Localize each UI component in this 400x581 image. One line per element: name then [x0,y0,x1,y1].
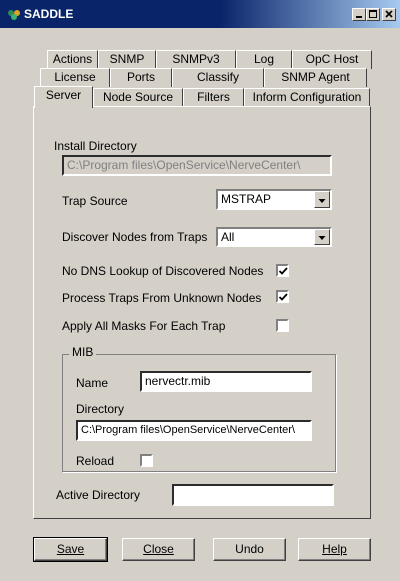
close-window-button[interactable] [382,8,396,21]
discover-nodes-select[interactable]: All [216,227,332,247]
tab-actions[interactable]: Actions [47,50,98,69]
help-button-label: Help [322,542,347,556]
tab-filters[interactable]: Filters [183,88,244,107]
process-traps-checkbox[interactable] [276,290,289,303]
undo-button[interactable]: Undo [213,538,286,561]
chevron-down-icon [318,199,326,203]
discover-nodes-value: All [221,230,235,244]
active-directory-label: Active Directory [56,488,141,502]
install-directory-field: C:\Program files\OpenService\NerveCenter… [62,155,332,176]
tab-license[interactable]: License [40,68,110,87]
no-dns-lookup-checkbox[interactable] [276,264,289,277]
install-directory-label: Install Directory [54,139,137,153]
close-button[interactable]: Close [122,538,195,561]
tab-classify[interactable]: Classify [172,68,264,87]
undo-button-label: Undo [235,542,264,556]
mib-directory-label: Directory [76,402,125,416]
no-dns-lookup-label: No DNS Lookup of Discovered Nodes [62,264,264,278]
mib-name-field[interactable]: nervectr.mib [140,371,312,392]
help-button[interactable]: Help [298,538,371,561]
tab-server[interactable]: Server [34,86,93,108]
tab-log[interactable]: Log [236,50,292,69]
active-directory-field[interactable] [172,484,334,506]
chevron-down-icon [318,236,326,240]
close-button-label: Close [143,542,174,556]
reload-checkbox[interactable] [140,454,153,467]
check-icon [278,267,288,275]
apply-masks-checkbox[interactable] [276,319,289,332]
reload-label: Reload [76,454,115,468]
apply-masks-label: Apply All Masks For Each Trap [62,319,226,333]
check-icon [278,293,288,301]
mib-directory-field[interactable]: C:\Program files\OpenService\NerveCenter… [76,420,312,441]
tab-snmp[interactable]: SNMP [98,50,156,69]
tab-ports[interactable]: Ports [110,68,172,87]
tab-snmpv3[interactable]: SNMPv3 [156,50,236,69]
window-title: SADDLE [24,7,74,21]
maximize-button[interactable] [366,8,380,21]
trap-source-value: MSTRAP [221,192,272,206]
save-button[interactable]: Save [33,537,108,562]
tab-opc-host[interactable]: OpC Host [292,50,372,69]
minimize-button[interactable] [352,8,366,21]
process-traps-label: Process Traps From Unknown Nodes [62,291,262,305]
mib-name-label: Name [76,376,109,390]
tab-snmp-agent[interactable]: SNMP Agent [264,68,367,87]
discover-nodes-dropdown-button[interactable] [314,229,330,245]
tab-inform-configuration[interactable]: Inform Configuration [244,88,370,107]
mib-group-label: MIB [69,345,97,359]
discover-nodes-label: Discover Nodes from Traps [62,230,208,244]
trap-source-label: Trap Source [62,194,128,208]
save-button-label: Save [56,542,85,556]
trap-source-select[interactable]: MSTRAP [216,189,332,210]
tab-node-source[interactable]: Node Source [93,88,183,107]
saddle-app-icon [7,8,21,21]
trap-source-dropdown-button[interactable] [314,191,330,208]
